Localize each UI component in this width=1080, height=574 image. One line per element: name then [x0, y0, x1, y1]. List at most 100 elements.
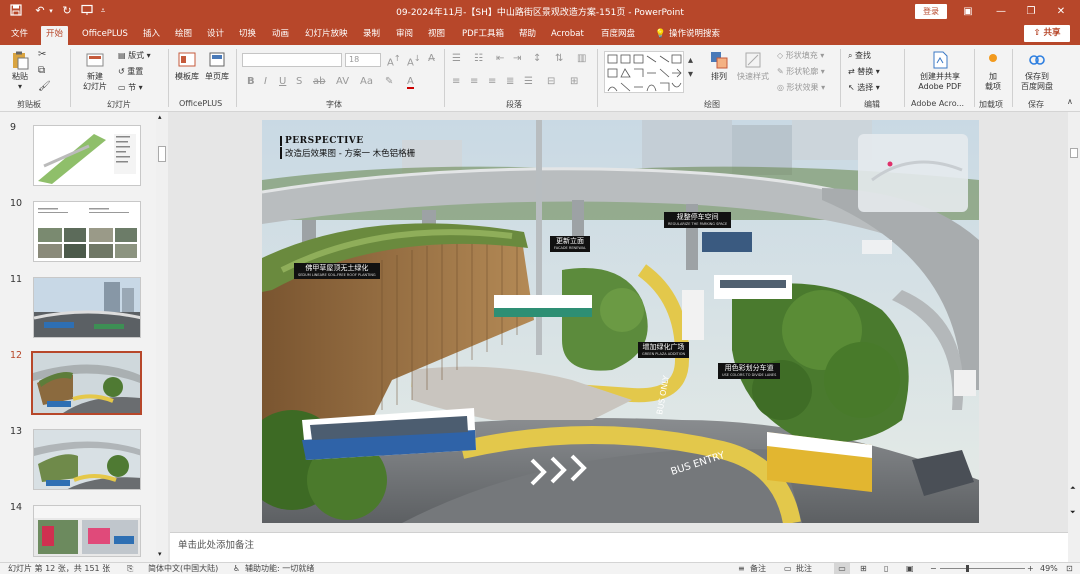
section-button[interactable]: ▭ 节 ▾	[118, 83, 143, 93]
callout-roof[interactable]: 佛甲草屋顶无土绿化 SEDUM LINEARE SOIL-FREE ROOF P…	[294, 263, 380, 279]
layout-button[interactable]: ▤ 版式 ▾	[118, 51, 151, 61]
arrange-button[interactable]: 排列	[705, 50, 733, 82]
callout-lanes[interactable]: 用色彩划分车道 USE COLORS TO DIVIDE LANES	[718, 363, 781, 379]
create-pdf-button[interactable]: 创建并共享 Adobe PDF	[910, 50, 970, 92]
decrease-font-icon[interactable]: A↓	[407, 53, 421, 68]
addins-button[interactable]: 加载项	[978, 50, 1008, 92]
clear-format-icon[interactable]: A̶	[428, 53, 435, 64]
tab-help[interactable]: 帮助	[514, 26, 541, 45]
language-indicator[interactable]: 简体中文(中国大陆)	[148, 563, 218, 574]
change-case-icon[interactable]: Aa	[360, 76, 373, 87]
slide-thumbnail[interactable]	[33, 201, 141, 262]
login-button[interactable]: 登录	[915, 4, 947, 19]
collapse-ribbon-icon[interactable]: ∧	[1067, 97, 1073, 106]
next-slide-icon[interactable]: ⏷	[1070, 508, 1076, 517]
normal-view-icon[interactable]: ▭	[834, 563, 850, 574]
reset-button[interactable]: ↺ 重置	[118, 67, 143, 77]
slide-thumbnail[interactable]	[33, 277, 141, 338]
presentation-icon[interactable]	[80, 4, 94, 18]
slide-heading[interactable]: PERSPECTIVE	[280, 136, 364, 146]
undo-dropdown-icon[interactable]: ▾	[44, 4, 58, 18]
distribute-icon[interactable]: ☰	[524, 76, 533, 87]
tab-acrobat[interactable]: Acrobat	[546, 26, 589, 45]
prev-slide-icon[interactable]: ⏶	[1070, 484, 1076, 493]
select-button[interactable]: ↖ 选择 ▾	[848, 83, 880, 93]
tab-transitions[interactable]: 切换	[234, 26, 261, 45]
scrollbar-thumb[interactable]	[158, 146, 166, 162]
smartart-icon[interactable]: ⊞	[570, 76, 578, 87]
font-color-icon[interactable]: A	[407, 76, 414, 89]
bullets-icon[interactable]: ☰	[452, 53, 461, 64]
template-library-button[interactable]: 模板库	[172, 50, 202, 82]
slide-thumbnail[interactable]	[33, 429, 141, 490]
columns-icon[interactable]: ▥	[577, 53, 586, 64]
shape-outline-button[interactable]: ✎ 形状轮廓 ▾	[777, 67, 825, 77]
cut-icon[interactable]: ✂	[38, 49, 46, 60]
save-baidu-button[interactable]: 保存到 百度网盘	[1016, 50, 1058, 92]
close-icon[interactable]: ✕	[1051, 3, 1071, 20]
tab-pdf-toolbox[interactable]: PDF工具箱	[457, 26, 509, 45]
increase-font-icon[interactable]: A↑	[387, 53, 401, 68]
find-button[interactable]: ⌕ 查找	[848, 51, 871, 61]
copy-icon[interactable]: ⧉	[38, 65, 45, 76]
tab-slideshow[interactable]: 幻灯片放映	[300, 26, 353, 45]
font-name-select[interactable]	[242, 53, 342, 67]
quick-styles-button[interactable]: 快速样式	[735, 50, 771, 82]
restore-icon[interactable]: ❐	[1021, 3, 1041, 20]
numbering-icon[interactable]: ☷	[474, 53, 483, 64]
reading-view-icon[interactable]: ▯	[884, 563, 888, 574]
font-size-select[interactable]: 18	[345, 53, 381, 67]
scroll-up-icon[interactable]: ▴	[158, 113, 162, 121]
bold-icon[interactable]: B	[247, 76, 255, 87]
align-center-icon[interactable]: ≡	[470, 76, 478, 87]
ribbon-display-icon[interactable]: ▣	[958, 3, 978, 20]
format-painter-icon[interactable]: 🖌	[38, 81, 51, 92]
italic-icon[interactable]: I	[264, 76, 267, 87]
callout-parking[interactable]: 规整停车空间 REGULARIZE THE PARKING SPACE	[664, 212, 732, 228]
align-text-icon[interactable]: ⊟	[547, 76, 555, 87]
share-button[interactable]: ⇧ 共享	[1024, 25, 1070, 42]
shapes-gallery[interactable]	[604, 51, 684, 93]
decrease-indent-icon[interactable]: ⇤	[496, 53, 504, 64]
save-icon[interactable]	[9, 4, 23, 18]
spellcheck-icon[interactable]: ⎘	[127, 563, 133, 574]
justify-icon[interactable]: ≣	[506, 76, 514, 87]
slide-sorter-icon[interactable]: ⊞	[860, 563, 867, 574]
zoom-out-icon[interactable]: −	[930, 563, 937, 574]
underline-icon[interactable]: U	[279, 76, 286, 87]
shapes-scroll-up-icon[interactable]: ▴	[688, 55, 693, 66]
minimize-icon[interactable]: —	[991, 3, 1011, 20]
new-slide-button[interactable]: 新建 幻灯片	[78, 50, 112, 92]
single-page-library-button[interactable]: 单页库	[202, 50, 232, 82]
shapes-scroll-down-icon[interactable]: ▾	[688, 69, 693, 80]
accessibility-status[interactable]: 辅助功能: 一切就绪	[245, 563, 314, 574]
tab-design[interactable]: 设计	[202, 26, 229, 45]
tab-home[interactable]: 开始	[41, 26, 69, 45]
callout-facade[interactable]: 更新立面 FACADE RENEWAL	[550, 236, 590, 252]
thumbnail-scrollbar[interactable]: ▴ ▾	[156, 112, 168, 562]
tab-baidu[interactable]: 百度网盘	[596, 26, 640, 45]
tab-animations[interactable]: 动画	[267, 26, 294, 45]
strikethrough-icon[interactable]: ab	[313, 76, 325, 87]
zoom-slider-thumb[interactable]	[966, 565, 969, 572]
fit-to-window-icon[interactable]: ⊡	[1066, 563, 1073, 574]
scroll-down-icon[interactable]: ▾	[158, 550, 162, 558]
slideshow-view-icon[interactable]: ▣	[906, 563, 914, 574]
text-direction-icon[interactable]: ⇅	[555, 53, 563, 64]
tab-record[interactable]: 录制	[358, 26, 385, 45]
slide-subheading[interactable]: 改造后效果图 - 方案一 木色铝格栅	[280, 147, 415, 159]
notes-icon[interactable]: ≡	[738, 563, 745, 574]
tab-file[interactable]: 文件	[6, 26, 33, 45]
tab-officeplus[interactable]: OfficePLUS	[77, 26, 133, 45]
slide-canvas[interactable]: BUS ENTRY BUS ONLY PERSPECTIVE 改造后效果图 - …	[262, 120, 979, 523]
customize-qat-icon[interactable]: ⩡	[96, 4, 110, 18]
accessibility-icon[interactable]: ♿	[233, 563, 240, 574]
callout-plaza[interactable]: 增加绿化广场 GREEN PLAZA ADDITION	[638, 342, 690, 358]
notes-pane[interactable]: 单击此处添加备注	[170, 532, 1068, 562]
tab-draw[interactable]: 绘图	[170, 26, 197, 45]
zoom-slider[interactable]	[940, 568, 1025, 569]
shape-fill-button[interactable]: ◇ 形状填充 ▾	[777, 51, 824, 61]
zoom-in-icon[interactable]: +	[1027, 563, 1034, 574]
shape-effects-button[interactable]: ◎ 形状效果 ▾	[777, 83, 825, 93]
slide-thumbnail[interactable]	[33, 125, 141, 186]
